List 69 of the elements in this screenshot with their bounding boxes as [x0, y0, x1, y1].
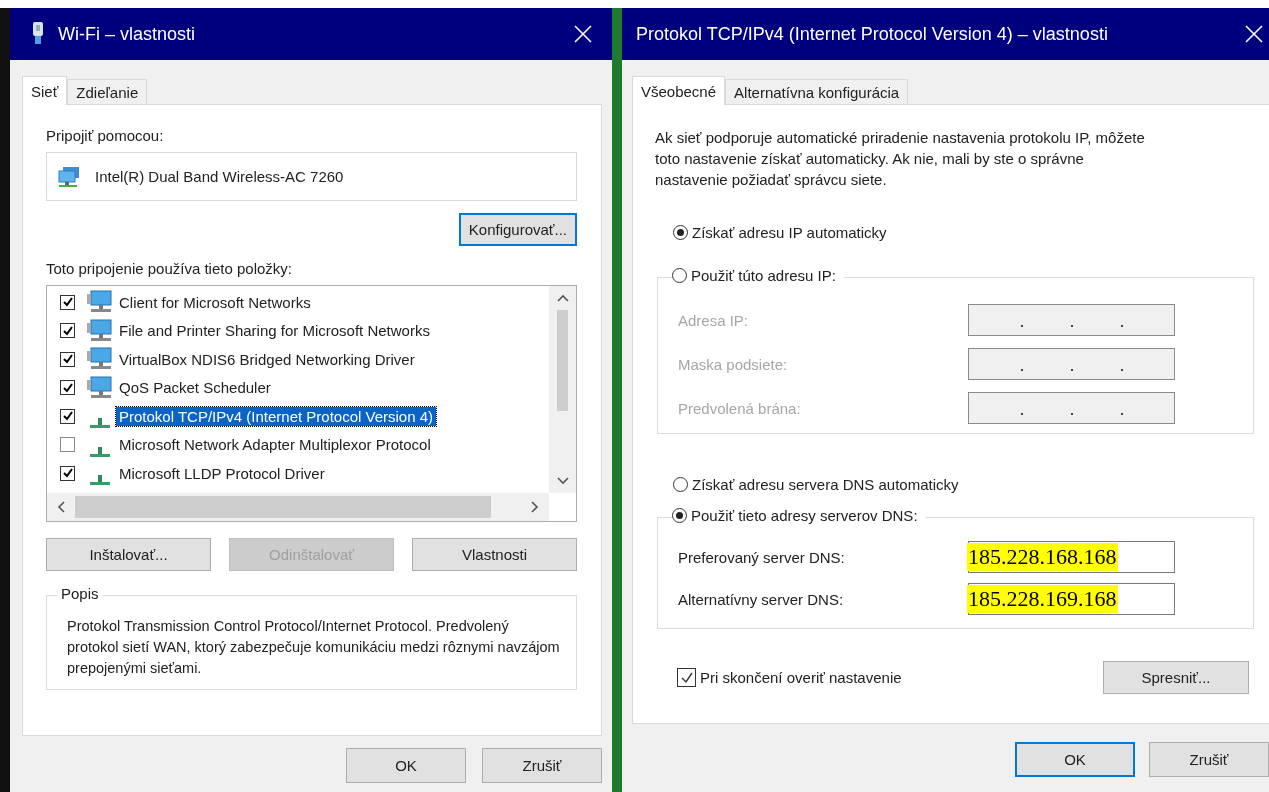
list-item[interactable]: Protokol TCP/IPv4 (Internet Protocol Version 4) [116, 406, 437, 426]
connect-label: Pripojiť pomocou: [46, 127, 165, 144]
network-computer-icon [87, 375, 113, 400]
dns-address-value: 185.228.168.168 [967, 543, 1118, 571]
window-title: Wi-Fi – vlastnosti [58, 23, 197, 45]
item-checkbox[interactable] [60, 408, 75, 424]
scrollbar-thumb[interactable] [75, 496, 491, 518]
protocol-icon [90, 418, 110, 429]
network-adapter-icon [57, 165, 81, 188]
dns-address-field[interactable]: 185.228.168.168 [968, 541, 1175, 573]
item-checkbox[interactable] [60, 351, 75, 367]
wireless-adapter-icon [32, 22, 44, 46]
protocol-icon [90, 475, 110, 486]
dns-address-field[interactable]: 185.228.169.168 [968, 583, 1175, 615]
dialog-button[interactable]: Zrušiť [1149, 742, 1269, 777]
description-text: Protokol Transmission Control Protocol/Internet Protocol. Predvolený protokol sietí WAN, ktorý zabezpečuje komunikáciu medzi rôznymi navzájom prepojenými sieťami. [67, 617, 561, 678]
vertical-scrollbar[interactable] [549, 286, 576, 493]
dns-address-value: 185.228.169.168 [967, 585, 1118, 613]
scroll-down-icon[interactable] [556, 477, 569, 485]
tab[interactable]: Všeobecné [632, 76, 726, 105]
item-checkbox[interactable] [60, 323, 75, 339]
horizontal-scrollbar[interactable] [47, 493, 549, 521]
scroll-right-icon[interactable] [531, 501, 539, 513]
field-label: Preferovaný server DNS: [678, 548, 846, 566]
field-label: Predvolená brána: [678, 399, 802, 417]
adapter-name: Intel(R) Dual Band Wireless-AC 7260 [95, 168, 344, 185]
group-title: Popis [57, 585, 103, 602]
network-computer-icon [87, 347, 113, 372]
network-computer-icon [87, 290, 113, 315]
list-item[interactable]: VirtualBox NDIS6 Bridged Networking Driver [116, 349, 418, 369]
list-item[interactable]: Client for Microsoft Networks [116, 292, 314, 312]
configure-button[interactable]: Konfigurovať... [458, 213, 577, 246]
advanced-button[interactable]: Spresniť... [1103, 661, 1249, 694]
item-checkbox[interactable] [60, 437, 75, 453]
dialog-button[interactable]: OK [1015, 742, 1135, 777]
validate-checkbox[interactable] [677, 668, 696, 687]
tab[interactable]: Alternatívna konfigurácia [725, 79, 909, 104]
close-icon[interactable] [1245, 25, 1263, 43]
scroll-left-icon[interactable] [57, 501, 65, 513]
close-icon[interactable] [574, 25, 592, 43]
action-button[interactable]: Vlastnosti [412, 538, 577, 571]
list-item[interactable]: Microsoft Network Adapter Multiplexor Protocol [116, 435, 434, 455]
list-item[interactable]: QoS Packet Scheduler [116, 378, 274, 398]
dialog-button[interactable]: Zrušiť [482, 748, 602, 783]
radio-option[interactable]: Použiť túto adresu IP: [672, 267, 844, 284]
intro-text: Ak sieť podporuje automatické priradenie nastavenia protokolu IP, môžete toto nastavenie získať automaticky. Ak nie, mali by ste o správne nastavenie požiadať správcu siete. [655, 128, 1146, 190]
radio-option[interactable]: Použiť tieto adresy serverov DNS: [672, 507, 926, 524]
action-button[interactable]: Inštalovať... [46, 538, 211, 571]
item-checkbox[interactable] [60, 294, 75, 310]
item-checkbox[interactable] [60, 465, 75, 481]
validate-option[interactable]: Pri skončení overiť nastavenie [677, 668, 902, 687]
items-label: Toto pripojenie používa tieto položky: [46, 260, 293, 277]
list-item[interactable]: Microsoft LLDP Protocol Driver [116, 463, 328, 483]
scrollbar-thumb[interactable] [557, 310, 568, 411]
ip-address-field[interactable] [968, 348, 1175, 380]
network-computer-icon [87, 318, 113, 343]
tab[interactable]: Sieť [22, 76, 68, 105]
protocol-icon [90, 446, 110, 457]
item-checkbox[interactable] [60, 380, 75, 396]
list-item[interactable]: File and Printer Sharing for Microsoft Networks [116, 321, 433, 341]
window-title: Protokol TCP/IPv4 (Internet Protocol Version 4) – vlastnosti [636, 23, 1109, 45]
tab[interactable]: Zdieľanie [67, 79, 148, 104]
ip-address-field[interactable] [968, 304, 1175, 336]
ip-address-field[interactable] [968, 392, 1175, 424]
dialog-button[interactable]: OK [346, 748, 466, 783]
field-label: Alternatívny server DNS: [678, 590, 845, 608]
scroll-up-icon[interactable] [556, 294, 569, 302]
field-label: Adresa IP: [678, 311, 750, 329]
field-label: Maska podsiete: [678, 355, 789, 373]
